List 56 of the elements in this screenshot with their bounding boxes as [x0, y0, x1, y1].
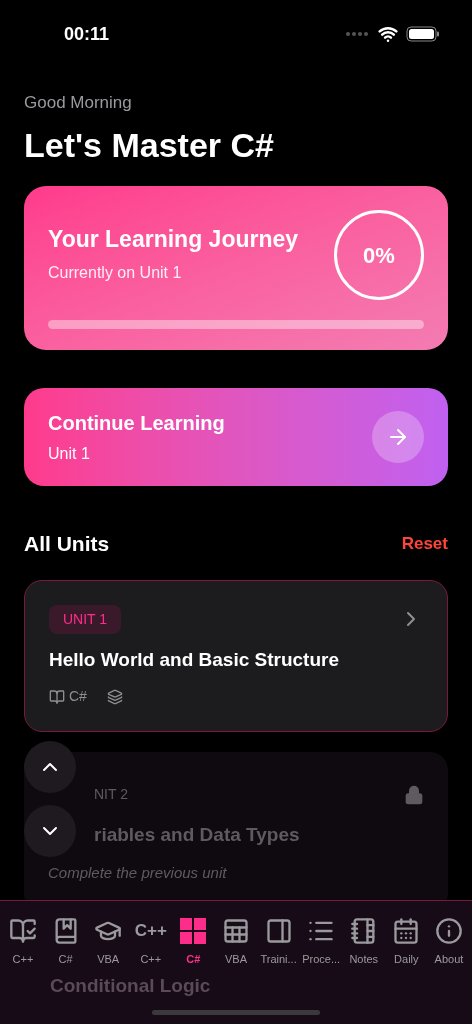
tab[interactable]: Traini...: [257, 917, 300, 968]
tab-label: About: [434, 952, 464, 967]
tab-label: Notes: [349, 952, 379, 967]
panel-icon: [264, 917, 293, 945]
unit-title: riables and Data Types: [94, 823, 301, 847]
unit-title: Conditional Logic: [50, 973, 212, 998]
locked-note: Complete the previous unit: [48, 862, 228, 883]
tab-label: VBA: [97, 952, 120, 967]
calendar-icon: [392, 917, 421, 945]
tab[interactable]: VBA: [87, 917, 130, 968]
scroll-up-button[interactable]: [24, 741, 76, 793]
unit-label: NIT 2: [94, 785, 128, 804]
code-glyph-icon: C++: [134, 917, 167, 945]
tab[interactable]: Notes: [342, 917, 385, 968]
page-title: Let's Master C#: [24, 124, 275, 166]
book-icon: [49, 688, 65, 705]
journey-subtitle: Currently on Unit 1: [48, 262, 183, 283]
journey-title: Your Learning Journey: [48, 225, 299, 254]
tab[interactable]: About: [427, 917, 470, 968]
grid-icon: [179, 917, 208, 945]
progress-percent: 0%: [363, 241, 395, 270]
unit-card[interactable]: UNIT 1 Hello World and Basic Structure C#: [24, 579, 448, 732]
tab-label: C#: [58, 952, 73, 967]
signal-icon: [346, 32, 370, 36]
unit-label: UNIT 1: [49, 604, 122, 634]
book-icon: [9, 917, 37, 945]
tab-label: Traini...: [260, 952, 297, 967]
tab-label: C#: [186, 952, 201, 967]
battery-icon: [406, 26, 440, 42]
arrow-button[interactable]: [372, 411, 424, 463]
greeting: Good Morning: [24, 92, 133, 114]
tab-label: C++: [140, 952, 162, 967]
language-label: C#: [69, 687, 87, 706]
tab-label: C++: [12, 952, 34, 967]
wifi-icon: [378, 24, 398, 44]
tab[interactable]: C#: [172, 917, 215, 968]
unit-title: Hello World and Basic Structure: [49, 647, 340, 672]
reset-button[interactable]: Reset: [401, 531, 448, 557]
tab-label: Daily: [394, 952, 419, 967]
tab[interactable]: C#: [44, 917, 87, 968]
notebook-icon: [349, 917, 378, 945]
tab[interactable]: C++ C++: [129, 917, 172, 968]
spreadsheet-icon: [221, 917, 250, 945]
section-title: All Units: [24, 531, 110, 557]
info-icon: [434, 917, 463, 945]
tab[interactable]: VBA: [214, 917, 257, 968]
continue-subtitle: Unit 1: [48, 444, 91, 464]
tab[interactable]: Daily: [385, 917, 428, 968]
status-time: 00:11: [64, 22, 110, 46]
layers-icon: [106, 688, 123, 705]
lock-icon: [404, 784, 424, 805]
tab-label: VBA: [224, 952, 247, 967]
tab[interactable]: C++: [2, 917, 44, 968]
tab[interactable]: Proce...: [300, 917, 343, 968]
tab-label: Proce...: [302, 952, 341, 967]
continue-title: Continue Learning: [48, 411, 225, 436]
